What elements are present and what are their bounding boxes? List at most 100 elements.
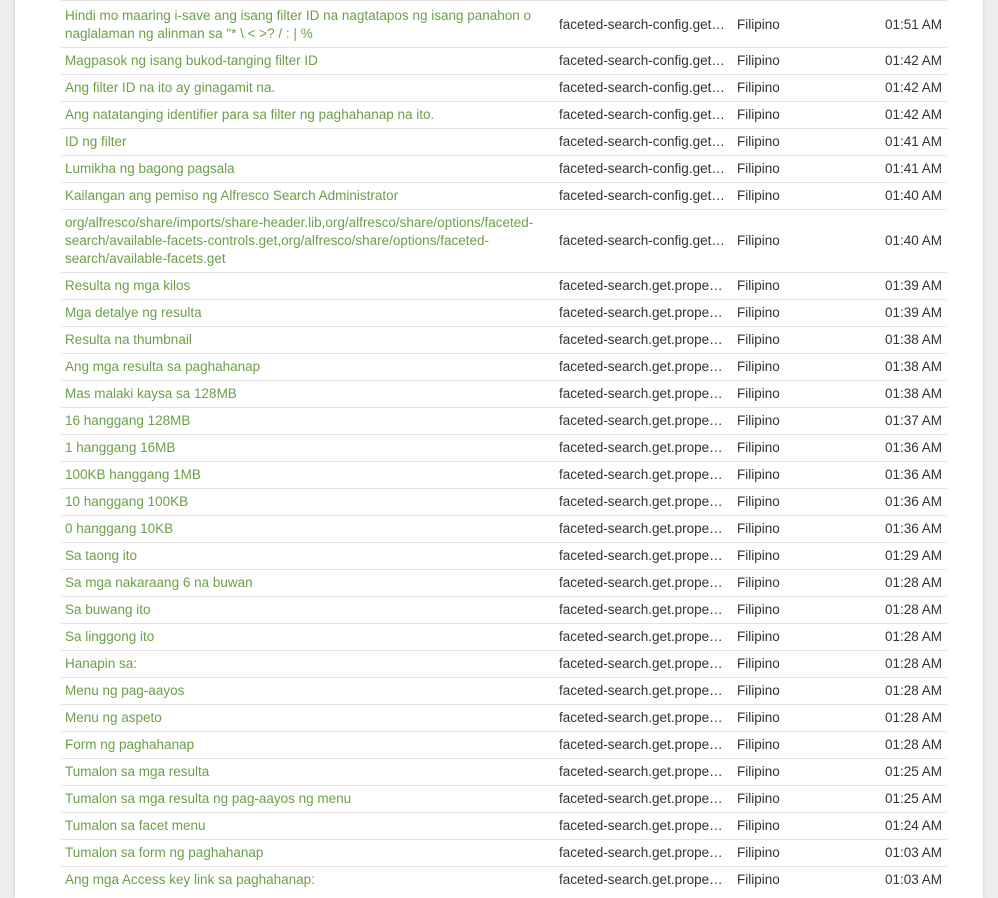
string-link[interactable]: 10 hanggang 100KB: [65, 494, 188, 509]
string-link[interactable]: Hanapin sa:: [65, 656, 137, 671]
language-cell: Filipino: [737, 305, 780, 320]
string-link[interactable]: Ang natatanging identifier para sa filte…: [65, 107, 434, 122]
table-row: 0 hanggang 10KB faceted-search.get.proper…: [61, 515, 947, 543]
time-cell: 01:40 AM: [884, 233, 942, 248]
string-cell: Resulta na thumbnail: [61, 327, 559, 354]
time-cell: 01:29 AM: [884, 548, 942, 563]
time-cell: 01:51 AM: [884, 17, 942, 32]
string-link[interactable]: Ang mga resulta sa paghahanap: [65, 359, 260, 374]
time-cell: 01:28 AM: [884, 710, 942, 725]
language-cell: Filipino: [737, 413, 780, 428]
table-row: Menu ng aspeto faceted-search.get.propert…: [61, 704, 947, 732]
string-link[interactable]: Lumikha ng bagong pagsala: [65, 161, 235, 176]
time-cell: 01:41 AM: [884, 134, 942, 149]
string-link[interactable]: Tumalon sa form ng paghahanap: [65, 845, 263, 860]
table-row: Ang natatanging identifier para sa filte…: [61, 101, 947, 129]
file-name-cell: faceted-search.get.properties: [559, 494, 735, 509]
language-cell: Filipino: [737, 872, 780, 887]
file-name-cell: faceted-search-config.get.properties: [559, 233, 737, 248]
table-row: Sa taong ito faceted-search.get.propertie…: [61, 542, 947, 570]
file-name-cell: faceted-search.get.properties: [559, 683, 735, 698]
string-link[interactable]: 100KB hanggang 1MB: [65, 467, 201, 482]
string-link[interactable]: Menu ng aspeto: [65, 710, 162, 725]
string-link[interactable]: Sa buwang ito: [65, 602, 151, 617]
time-cell: 01:37 AM: [884, 413, 942, 428]
string-link[interactable]: Sa taong ito: [65, 548, 137, 563]
string-link[interactable]: Sa mga nakaraang 6 na buwan: [65, 575, 253, 590]
time-cell: 01:28 AM: [884, 737, 942, 752]
string-link[interactable]: 16 hanggang 128MB: [65, 413, 190, 428]
language-cell: Filipino: [737, 764, 780, 779]
string-cell: 0 hanggang 10KB: [61, 516, 559, 543]
string-link[interactable]: Ang filter ID na ito ay ginagamit na.: [65, 80, 275, 95]
string-cell: Menu ng pag-aayos: [61, 678, 559, 705]
file-name-cell: faceted-search-config.get.properties: [559, 161, 737, 176]
language-cell: Filipino: [737, 161, 780, 176]
table-row: Ang mga resulta sa paghahanap faceted-sea…: [61, 353, 947, 381]
string-cell: Tumalon sa mga resulta: [61, 759, 559, 786]
time-cell: 01:03 AM: [884, 845, 942, 860]
string-cell: Sa buwang ito: [61, 597, 559, 624]
string-cell: Tumalon sa form ng paghahanap: [61, 840, 559, 867]
string-link[interactable]: ID ng filter: [65, 134, 127, 149]
table-row: Tumalon sa mga resulta ng pag-aayos ng m…: [61, 785, 947, 813]
string-link[interactable]: Tumalon sa mga resulta ng pag-aayos ng m…: [65, 791, 351, 806]
string-link[interactable]: Hindi mo maaring i-save ang isang filter…: [65, 8, 531, 41]
file-name-cell: faceted-search.get.properties: [559, 710, 735, 725]
time-cell: 01:38 AM: [884, 386, 942, 401]
string-cell: Kailangan ang pemiso ng Alfresco Search …: [61, 183, 559, 210]
string-link[interactable]: Kailangan ang pemiso ng Alfresco Search …: [65, 188, 398, 203]
time-cell: 01:36 AM: [884, 521, 942, 536]
string-cell: ID ng filter: [61, 129, 559, 156]
file-name-cell: faceted-search.get.properties: [559, 872, 735, 887]
string-link[interactable]: Form ng paghahanap: [65, 737, 194, 752]
string-cell: Lumikha ng bagong pagsala: [61, 156, 559, 183]
string-link[interactable]: Tumalon sa facet menu: [65, 818, 206, 833]
string-link[interactable]: Sa linggong ito: [65, 629, 154, 644]
table-row: Magpasok ng isang bukod-tanging filter I…: [61, 47, 947, 75]
table-row: 1 hanggang 16MB faceted-search.get.proper…: [61, 434, 947, 462]
string-link[interactable]: Resulta ng mga kilos: [65, 278, 190, 293]
string-link[interactable]: Menu ng pag-aayos: [65, 683, 184, 698]
file-name-cell: faceted-search.get.properties: [559, 278, 735, 293]
string-link[interactable]: 0 hanggang 10KB: [65, 521, 173, 536]
string-cell: Sa mga nakaraang 6 na buwan: [61, 570, 559, 597]
table-row: Resulta na thumbnail faceted-search.get.p…: [61, 326, 947, 354]
table-row: Hanapin sa: faceted-search.get.properties…: [61, 650, 947, 678]
string-cell: Ang mga resulta sa paghahanap: [61, 354, 559, 381]
string-cell: Sa linggong ito: [61, 624, 559, 651]
table-row: Mga detalye ng resulta faceted-search.get…: [61, 299, 947, 327]
language-cell: Filipino: [737, 440, 780, 455]
string-link[interactable]: 1 hanggang 16MB: [65, 440, 175, 455]
string-link[interactable]: Magpasok ng isang bukod-tanging filter I…: [65, 53, 318, 68]
string-link[interactable]: Mas malaki kaysa sa 128MB: [65, 386, 237, 401]
string-link[interactable]: Tumalon sa mga resulta: [65, 764, 209, 779]
language-cell: Filipino: [737, 575, 780, 590]
string-cell: Menu ng aspeto: [61, 705, 559, 732]
time-cell: 01:25 AM: [884, 764, 942, 779]
string-link[interactable]: org/alfresco/share/imports/share-header.…: [65, 215, 533, 266]
language-cell: Filipino: [737, 710, 780, 725]
table-row: Resulta ng mga kilos faceted-search.get.p…: [61, 272, 947, 300]
file-name-cell: faceted-search.get.properties: [559, 575, 735, 590]
file-name-cell: faceted-search.get.properties: [559, 548, 735, 563]
language-cell: Filipino: [737, 17, 780, 32]
language-cell: Filipino: [737, 134, 780, 149]
string-link[interactable]: Resulta na thumbnail: [65, 332, 192, 347]
table-row: Sa mga nakaraang 6 na buwan faceted-searc…: [61, 569, 947, 597]
string-cell: 16 hanggang 128MB: [61, 408, 559, 435]
time-cell: 01:36 AM: [884, 467, 942, 482]
time-cell: 01:41 AM: [884, 161, 942, 176]
file-name-cell: faceted-search.get.properties: [559, 413, 735, 428]
file-name-cell: faceted-search.get.properties: [559, 791, 735, 806]
string-cell: Mga detalye ng resulta: [61, 300, 559, 327]
file-name-cell: faceted-search.get.properties: [559, 818, 735, 833]
time-cell: 01:36 AM: [884, 440, 942, 455]
string-link[interactable]: Ang mga Access key link sa paghahanap:: [65, 872, 315, 887]
string-cell: Mas malaki kaysa sa 128MB: [61, 381, 559, 408]
string-cell: Ang mga Access key link sa paghahanap:: [61, 867, 559, 894]
table-row: Ang filter ID na ito ay ginagamit na. fac…: [61, 74, 947, 102]
file-name-cell: faceted-search.get.properties: [559, 359, 735, 374]
language-cell: Filipino: [737, 521, 780, 536]
string-link[interactable]: Mga detalye ng resulta: [65, 305, 202, 320]
